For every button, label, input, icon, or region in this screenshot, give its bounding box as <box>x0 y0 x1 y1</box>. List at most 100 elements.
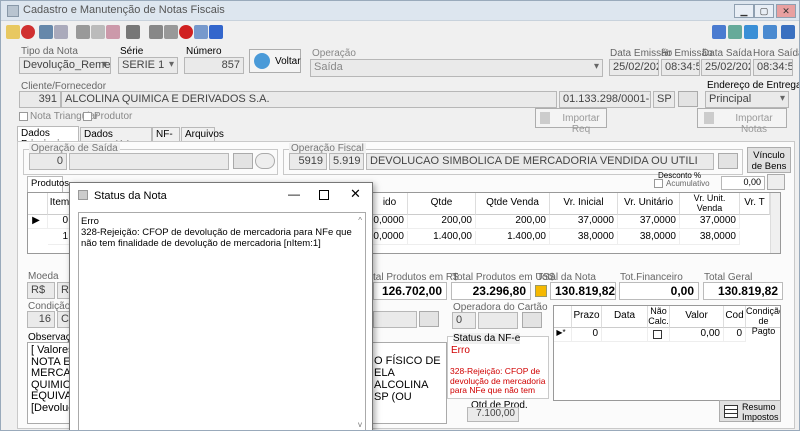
table-cell[interactable]: 1.400,00 <box>476 231 550 245</box>
table-cell[interactable]: 0 <box>724 328 746 342</box>
tab-dados-principais[interactable]: Dados Principais <box>17 126 79 150</box>
tab-arquivos[interactable]: Arquivos <box>181 127 224 142</box>
calendar-icon[interactable] <box>712 25 726 39</box>
minimize-button[interactable]: ▁ <box>734 4 754 18</box>
operacao-saida-desc[interactable] <box>69 153 229 170</box>
move-icon[interactable] <box>91 25 105 39</box>
table-cell[interactable]: 200,00 <box>408 215 476 229</box>
binoculars-icon[interactable] <box>233 153 253 169</box>
binoculars-icon[interactable] <box>678 91 698 107</box>
preview-icon[interactable] <box>149 25 163 39</box>
erase-icon[interactable] <box>106 25 120 39</box>
refresh-icon[interactable] <box>255 153 275 169</box>
table-cell[interactable] <box>602 328 648 342</box>
tipo-select[interactable]: Devolução_Remes <box>19 57 111 74</box>
save-icon[interactable] <box>39 25 53 39</box>
operacao-fiscal-code1[interactable]: 5919 <box>289 153 327 170</box>
table-cell[interactable]: 37,0000 <box>618 215 680 229</box>
refresh-icon[interactable] <box>744 25 758 39</box>
operacao-fiscal-code2[interactable]: 5.919 <box>329 153 364 170</box>
cnpj-field[interactable]: 01.133.298/0001-70 <box>559 91 651 108</box>
table-cell[interactable]: 200,00 <box>476 215 550 229</box>
table-cell[interactable]: 0,0000 <box>372 215 408 229</box>
condicao-extra[interactable] <box>373 311 417 328</box>
vinculo-bens-button[interactable]: Vínculo de Bens <box>747 147 791 173</box>
info-icon[interactable] <box>763 25 777 39</box>
voltar-button[interactable]: Voltar <box>249 49 301 73</box>
edit-icon[interactable] <box>6 25 20 39</box>
col-vr-unitario[interactable]: Vr. Unitário <box>618 193 680 215</box>
binoculars-icon[interactable] <box>419 311 439 327</box>
dialog-close-button[interactable]: ✕ <box>350 186 361 202</box>
table-cell[interactable]: 38,0000 <box>680 231 740 245</box>
operacao-select[interactable]: Saída <box>310 59 603 77</box>
data-saida-field[interactable]: 25/02/2026 <box>701 59 751 76</box>
report-icon[interactable] <box>194 25 208 39</box>
cliente-code-field[interactable]: 391 <box>19 91 61 108</box>
dialog-maximize-button[interactable] <box>319 190 329 200</box>
table-cell[interactable]: 0,00 <box>670 328 724 342</box>
table-cell[interactable]: 38,0000 <box>618 231 680 245</box>
calculator-icon[interactable] <box>767 174 785 190</box>
undo-icon[interactable] <box>54 25 68 39</box>
produtor-checkbox[interactable] <box>83 112 92 121</box>
table-cell[interactable]: 38,0000 <box>550 231 618 245</box>
scroll-up-icon[interactable]: ^ <box>358 215 362 226</box>
col-vr-unit-venda[interactable]: Vr. Unit. Venda <box>680 193 740 215</box>
col-ido[interactable]: ido <box>372 193 408 215</box>
maximize-button[interactable]: ▢ <box>754 4 774 18</box>
cancel-icon[interactable] <box>21 25 35 39</box>
dialog-minimize-button[interactable]: — <box>288 187 300 201</box>
operacao-saida-code[interactable]: 0 <box>29 153 67 170</box>
moeda-field[interactable]: R$ <box>27 282 55 299</box>
copy-icon[interactable] <box>164 25 178 39</box>
col-qtde[interactable]: Qtde <box>408 193 476 215</box>
uf-field[interactable]: SP <box>653 91 675 108</box>
acumulativo-checkbox[interactable] <box>654 179 663 188</box>
serie-select[interactable]: SERIE 1 <box>118 57 178 74</box>
table-cell[interactable]: 0 <box>572 328 602 342</box>
nota-triangular-checkbox[interactable] <box>19 112 28 121</box>
table-cell[interactable]: 37,0000 <box>550 215 618 229</box>
menu-icon[interactable] <box>781 25 795 39</box>
col-valor[interactable]: Valor <box>670 306 724 328</box>
col-vr-inicial[interactable]: Vr. Inicial <box>550 193 618 215</box>
importar-notas-button[interactable]: Importar Notas <box>697 108 787 135</box>
tab-produtos[interactable]: Produtos <box>27 176 69 192</box>
tab-dados-secundarios[interactable]: Dados Secundários <box>80 127 152 151</box>
hora-saida-field[interactable]: 08:34:53 <box>753 59 793 76</box>
operacao-fiscal-desc[interactable]: DEVOLUCAO SIMBOLICA DE MERCADORIA VENDID… <box>366 153 714 170</box>
binoculars-icon[interactable] <box>522 312 542 328</box>
scroll-down-icon[interactable]: v <box>358 419 362 430</box>
numero-field[interactable]: 857 <box>184 57 244 74</box>
endereco-select[interactable]: Principal <box>705 91 789 108</box>
close-button[interactable]: ✕ <box>776 4 796 18</box>
hr-emissao-field[interactable]: 08:34:53 <box>661 59 700 76</box>
binoculars-icon[interactable] <box>718 153 738 169</box>
nao-calc-checkbox[interactable] <box>648 328 670 342</box>
col-condicao-pagto[interactable]: Condição de Pagto <box>746 306 780 336</box>
tab-nfe[interactable]: NF-e <box>152 127 180 151</box>
vertical-scrollbar[interactable] <box>770 193 780 253</box>
condicao-code[interactable]: 16 <box>27 311 55 328</box>
desconto-field[interactable]: 0,00 <box>721 176 765 190</box>
table-cell[interactable]: 0,0000 <box>372 231 408 245</box>
resumo-impostos-button[interactable]: Resumo Impostos <box>719 400 781 422</box>
col-data[interactable]: Data <box>602 306 648 328</box>
operadora-code[interactable]: 0 <box>452 312 476 329</box>
print-icon[interactable] <box>126 25 140 39</box>
list-icon[interactable] <box>209 25 223 39</box>
dialog-message-box[interactable]: Erro 328-Rejeição: CFOP de devolução de … <box>78 212 366 430</box>
table-cell[interactable]: 37,0000 <box>680 215 740 229</box>
col-qtde-venda[interactable]: Qtde Venda <box>476 193 550 215</box>
col-prazo[interactable]: Prazo <box>572 306 602 328</box>
operadora-desc[interactable] <box>478 312 518 329</box>
col-cod[interactable]: Cod <box>724 306 746 328</box>
search-icon[interactable] <box>728 25 742 39</box>
col-nao-calc[interactable]: Não Calc. <box>648 306 670 328</box>
table-cell[interactable]: 1.400,00 <box>408 231 476 245</box>
cut-icon[interactable] <box>76 25 90 39</box>
col-vr-total[interactable]: Vr. T <box>740 193 770 215</box>
cliente-name-field[interactable]: ALCOLINA QUIMICA E DERIVADOS S.A. <box>61 91 557 108</box>
stop-icon[interactable] <box>179 25 193 39</box>
